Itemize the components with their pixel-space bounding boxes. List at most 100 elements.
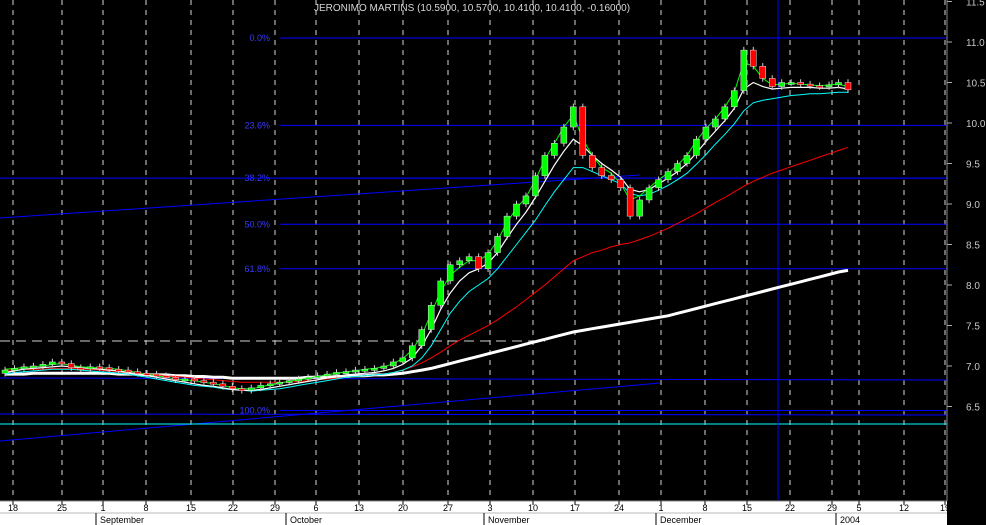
x-tick-label: 12 — [899, 503, 909, 513]
y-tick-label: 11.0 — [966, 38, 985, 49]
candle-body — [456, 260, 463, 266]
candle-body — [342, 371, 350, 374]
x-month-label: October — [290, 515, 322, 525]
candle-body — [768, 78, 776, 87]
x-tick-label: 17 — [570, 503, 580, 513]
candle-body — [1, 369, 9, 374]
candle-body — [409, 345, 416, 359]
candle-body — [503, 215, 511, 237]
candle-body — [361, 368, 369, 372]
candle-body — [844, 82, 852, 91]
candle-body — [806, 83, 814, 87]
candle-body — [712, 118, 719, 128]
candle-body — [570, 106, 577, 128]
candle-body — [787, 82, 795, 85]
candle-body — [551, 143, 558, 156]
candle-body — [683, 155, 691, 164]
candle-body — [115, 368, 122, 372]
candle-body — [740, 49, 748, 91]
candle-body — [162, 375, 170, 378]
candle-body — [191, 378, 198, 382]
candle-body — [266, 383, 274, 387]
candle-body — [636, 199, 643, 217]
candle-body — [693, 138, 700, 156]
x-tick-label: 10 — [528, 503, 538, 513]
y-tick-label: 9.0 — [966, 200, 980, 211]
candle-body — [560, 126, 568, 144]
candle-body — [96, 366, 103, 370]
candle-body — [589, 155, 596, 168]
candle-body — [484, 252, 492, 270]
x-month-label: September — [100, 515, 144, 525]
y-tick-label: 10.5 — [966, 79, 986, 90]
y-tick-label: 7.5 — [966, 322, 980, 333]
candle-body — [816, 85, 823, 88]
x-tick-label: 18 — [8, 503, 18, 513]
candle-body — [465, 256, 473, 261]
x-tick-label: 8 — [702, 503, 707, 513]
candle-body — [607, 175, 615, 180]
candle-body — [219, 383, 227, 387]
x-tick-label: 15 — [742, 503, 752, 513]
candle-body — [333, 372, 340, 375]
candle-body — [39, 364, 47, 367]
candle-body — [210, 381, 217, 385]
x-tick-label: 3 — [487, 503, 492, 513]
candle-body — [257, 385, 264, 389]
candle-body — [655, 179, 662, 189]
x-tick-label: 1 — [100, 503, 105, 513]
x-tick-label: 15 — [186, 503, 196, 513]
y-tick-label: 7.0 — [966, 362, 980, 373]
x-tick-label: 22 — [228, 503, 238, 513]
chart-canvas[interactable]: 0.0%23.6%38.2%50.0%61.8%100.0% 18 25 1 8 15 2… — [0, 0, 986, 525]
candle-body — [750, 49, 757, 67]
fib-level-label: 50.0% — [244, 219, 270, 229]
candle-body — [664, 171, 672, 180]
fib-level-label: 23.6% — [244, 120, 270, 130]
candle-body — [541, 155, 549, 176]
candle-body — [380, 365, 388, 369]
candle-body — [352, 369, 359, 373]
candle-body — [30, 365, 37, 369]
candle-body — [702, 126, 710, 140]
candle-body — [721, 106, 729, 120]
candle-body — [825, 84, 833, 88]
x-tick-label: 19 — [940, 503, 950, 513]
candle-body — [371, 368, 378, 371]
y-tick-label: 6.5 — [966, 403, 980, 414]
candle-body — [172, 377, 179, 381]
candle-body — [134, 371, 141, 374]
candle-body — [229, 386, 236, 389]
candle-body — [626, 187, 634, 217]
candle-body — [295, 378, 302, 382]
candle-body — [153, 373, 160, 377]
candle-body — [323, 373, 331, 377]
candle-body — [778, 82, 785, 87]
candle-body — [200, 380, 208, 383]
x-tick-label: 6 — [313, 503, 318, 513]
chart-background — [0, 0, 986, 525]
x-tick-label: 5 — [856, 503, 861, 513]
x-tick-label: 8 — [143, 503, 148, 513]
x-tick-label: 27 — [443, 503, 453, 513]
x-tick-label: 25 — [57, 503, 67, 513]
candle-body — [513, 203, 520, 217]
y-tick-label: 8.5 — [966, 241, 980, 252]
candle-body — [522, 195, 530, 205]
candle-body — [645, 187, 653, 201]
candle-body — [11, 368, 18, 371]
candle-body — [731, 90, 738, 108]
y-tick-label: 9.5 — [966, 160, 980, 171]
candle-body — [105, 367, 113, 370]
fib-level-label: 61.8% — [244, 264, 270, 274]
candle-body — [314, 375, 321, 378]
x-tick-label: 22 — [785, 503, 795, 513]
candle-body — [58, 361, 66, 365]
candle-body — [68, 363, 75, 368]
candle-body — [835, 82, 842, 86]
candle-body — [390, 361, 397, 367]
chart-title: JERONIMO MARTINS (10.5900, 10.5700, 10.4… — [314, 3, 630, 14]
stock-chart[interactable]: 0.0% 23.6% 38.2% 50.0% 61.8% 100.0% 18 25 1 8 15 2… — [0, 0, 986, 525]
candle-body — [579, 106, 587, 156]
candle-body — [86, 366, 94, 370]
